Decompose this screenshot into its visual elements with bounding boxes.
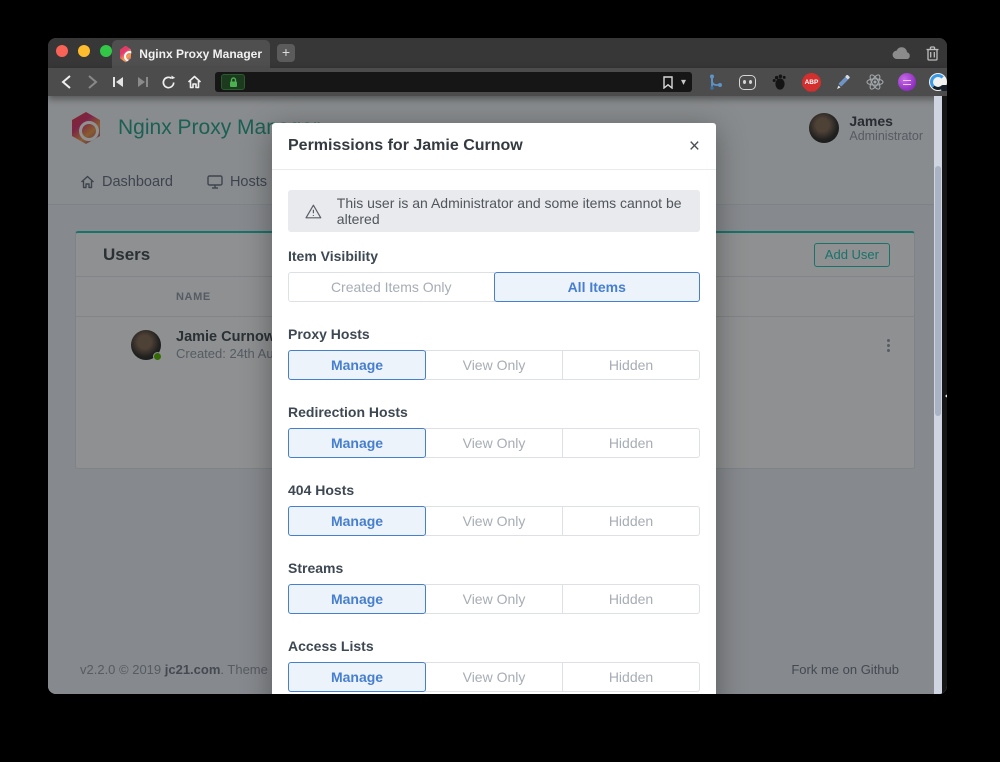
- permission-group: Proxy Hosts ManageView OnlyHidden: [288, 326, 700, 380]
- option-hidden[interactable]: Hidden: [562, 350, 700, 380]
- browser-toolbar: ▾ ABP: [48, 68, 947, 96]
- permission-group-label: Redirection Hosts: [288, 404, 700, 420]
- scrollbar-thumb[interactable]: [935, 166, 941, 416]
- option-hidden[interactable]: Hidden: [562, 506, 700, 536]
- permission-group: Redirection Hosts ManageView OnlyHidden: [288, 404, 700, 458]
- extension-icons: ABP: [706, 73, 947, 92]
- minimize-window-button[interactable]: [78, 45, 90, 57]
- tab-strip: Nginx Proxy Manager +: [48, 38, 947, 68]
- modal-title: Permissions for Jamie Curnow: [288, 137, 523, 155]
- new-tab-button[interactable]: +: [277, 44, 295, 62]
- segmented-control: ManageView OnlyHidden: [288, 662, 700, 692]
- segmented-control: ManageView OnlyHidden: [288, 350, 700, 380]
- gnome-foot-extension-icon[interactable]: [770, 73, 789, 92]
- trash-closed-tabs-icon[interactable]: [926, 46, 939, 61]
- segmented-control: ManageView OnlyHidden: [288, 428, 700, 458]
- permissions-modal: Permissions for Jamie Curnow × This user…: [272, 123, 716, 694]
- reload-button[interactable]: [156, 71, 182, 93]
- permission-group: Access Lists ManageView OnlyHidden: [288, 638, 700, 692]
- permission-group-label: Item Visibility: [288, 248, 700, 264]
- option-view-only[interactable]: View Only: [425, 584, 563, 614]
- window-controls: [56, 45, 112, 57]
- back-button[interactable]: [54, 71, 80, 93]
- privacy-lock-extension-icon[interactable]: [929, 73, 947, 91]
- permission-group: 404 Hosts ManageView OnlyHidden: [288, 482, 700, 536]
- fast-forward-button[interactable]: [131, 71, 157, 93]
- permission-group-label: Streams: [288, 560, 700, 576]
- browser-window: Nginx Proxy Manager +: [48, 38, 947, 694]
- address-bar[interactable]: ▾: [215, 72, 692, 92]
- bookmarks-dropdown-caret[interactable]: ▾: [681, 77, 686, 88]
- option-manage[interactable]: Manage: [288, 350, 426, 380]
- permission-group-label: Access Lists: [288, 638, 700, 654]
- warning-triangle-icon: [305, 203, 322, 220]
- viewport: Nginx Proxy Manager James Administrator …: [48, 96, 947, 694]
- close-icon[interactable]: ×: [689, 137, 700, 156]
- option-created-items-only[interactable]: Created Items Only: [288, 272, 495, 302]
- panel-toggle-strip[interactable]: [942, 96, 947, 694]
- discord-extension-icon[interactable]: [738, 73, 757, 92]
- option-view-only[interactable]: View Only: [425, 428, 563, 458]
- option-manage[interactable]: Manage: [288, 506, 426, 536]
- browser-tab[interactable]: Nginx Proxy Manager: [112, 40, 270, 68]
- permission-group: Streams ManageView OnlyHidden: [288, 560, 700, 614]
- option-manage[interactable]: Manage: [288, 584, 426, 614]
- option-hidden[interactable]: Hidden: [562, 428, 700, 458]
- segmented-control: ManageView OnlyHidden: [288, 584, 700, 614]
- option-view-only[interactable]: View Only: [425, 350, 563, 380]
- option-hidden[interactable]: Hidden: [562, 584, 700, 614]
- ssl-lock-icon[interactable]: [221, 74, 245, 90]
- option-manage[interactable]: Manage: [288, 428, 426, 458]
- tab-title: Nginx Proxy Manager: [139, 47, 262, 61]
- segmented-control: ManageView OnlyHidden: [288, 506, 700, 536]
- option-manage[interactable]: Manage: [288, 662, 426, 692]
- desktop: Nginx Proxy Manager +: [0, 0, 1000, 762]
- permission-group-label: 404 Hosts: [288, 482, 700, 498]
- tab-tree-extension-icon[interactable]: [706, 73, 725, 92]
- stylus-pen-extension-icon[interactable]: [834, 73, 853, 92]
- sync-cloud-icon[interactable]: [892, 47, 912, 60]
- option-all-items[interactable]: All Items: [494, 272, 701, 302]
- adblock-plus-icon[interactable]: ABP: [802, 73, 821, 92]
- permission-group-label: Proxy Hosts: [288, 326, 700, 342]
- option-view-only[interactable]: View Only: [425, 662, 563, 692]
- panel-arrow-icon: [941, 392, 947, 400]
- option-hidden[interactable]: Hidden: [562, 662, 700, 692]
- permission-groups: Item Visibility Created Items OnlyAll It…: [288, 248, 700, 692]
- permission-group: Item Visibility Created Items OnlyAll It…: [288, 248, 700, 302]
- purple-orb-extension-icon[interactable]: [898, 73, 916, 91]
- home-button[interactable]: [182, 71, 208, 93]
- rewind-button[interactable]: [105, 71, 131, 93]
- react-devtools-icon[interactable]: [866, 73, 885, 92]
- segmented-control: Created Items OnlyAll Items: [288, 272, 700, 302]
- alert-text: This user is an Administrator and some i…: [337, 195, 683, 227]
- forward-button[interactable]: [80, 71, 106, 93]
- option-view-only[interactable]: View Only: [425, 506, 563, 536]
- zoom-window-button[interactable]: [100, 45, 112, 57]
- favicon-nginx-proxy-manager: [120, 46, 131, 63]
- bookmark-icon[interactable]: [663, 76, 673, 89]
- close-window-button[interactable]: [56, 45, 68, 57]
- admin-alert: This user is an Administrator and some i…: [288, 190, 700, 232]
